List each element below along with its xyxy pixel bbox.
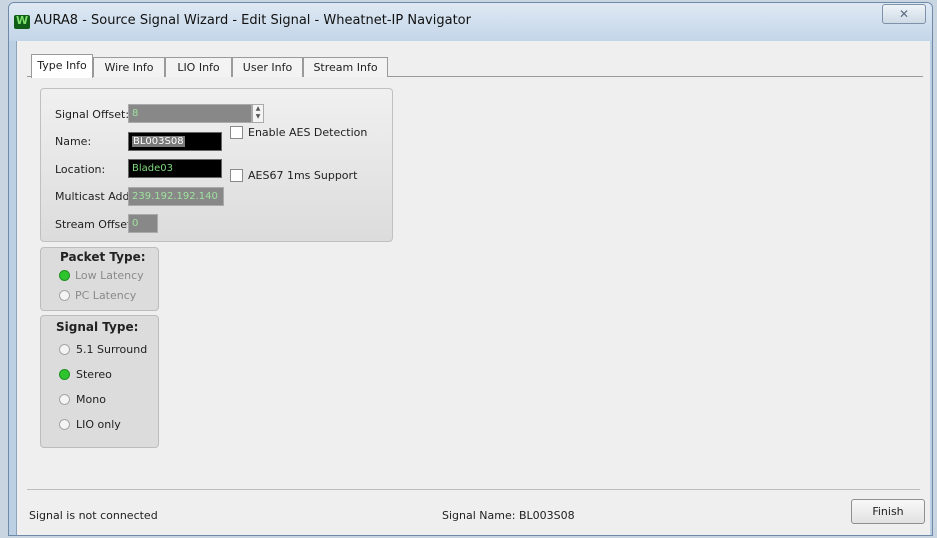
enable-aes-label: Enable AES Detection [248,126,368,139]
wizard-client-area: Type Info Wire Info LIO Info User Info S… [16,41,930,535]
stereo-label: Stereo [76,368,112,381]
window-title: AURA8 - Source Signal Wizard - Edit Sign… [34,13,471,28]
tab-stream-info[interactable]: Stream Info [303,57,388,77]
name-label: Name: [55,135,92,148]
signal-type-title: Signal Type: [56,320,139,334]
pc-latency-label: PC Latency [75,289,137,302]
mono-label: Mono [76,393,106,406]
spin-down-icon: ▼ [255,113,261,120]
packet-type-group: Packet Type: Low Latency PC Latency [40,247,159,311]
multicast-addr-field[interactable]: 239.192.192.140 [128,187,224,206]
stream-offset-field[interactable]: 0 [128,214,158,233]
wizard-window: W AURA8 - Source Signal Wizard - Edit Si… [8,2,933,536]
signal-name-status: Signal Name: BL003S08 [442,509,575,522]
stream-offset-label: Stream Offset: [55,218,136,231]
aes67-checkbox[interactable] [230,169,243,182]
connection-status: Signal is not connected [29,509,158,522]
title-bar: W AURA8 - Source Signal Wizard - Edit Si… [9,3,932,41]
radio-low-latency[interactable] [59,270,70,281]
lio-only-label: LIO only [76,418,121,431]
signal-offset-label: Signal Offset: [55,108,130,121]
tab-lio-info[interactable]: LIO Info [165,57,232,77]
low-latency-label: Low Latency [75,269,144,282]
surround-label: 5.1 Surround [76,343,148,356]
signal-type-group: Signal Type: 5.1 Surround Stereo Mono LI… [40,315,159,448]
radio-5-1-surround[interactable] [59,344,70,355]
signal-offset-field[interactable]: 8 [128,104,252,123]
enable-aes-checkbox[interactable] [230,126,243,139]
aes67-label: AES67 1ms Support [248,169,358,182]
radio-mono[interactable] [59,394,70,405]
name-field[interactable]: BL003S08 [128,132,222,151]
tab-user-info[interactable]: User Info [232,57,303,77]
type-info-panel: Signal Offset: 8 ▲ ▼ Name: BL003S08 Locat… [40,88,393,242]
location-field[interactable]: Blade03 [128,159,222,178]
finish-button[interactable]: Finish [851,499,925,524]
tab-type-info[interactable]: Type Info [31,54,93,78]
wheatnet-logo-icon: W [14,14,30,29]
location-label: Location: [55,163,106,176]
name-field-value: BL003S08 [132,136,185,147]
signal-offset-spinner[interactable]: ▲ ▼ [252,104,264,123]
radio-lio-only[interactable] [59,419,70,430]
status-separator [27,489,920,490]
close-icon: ✕ [898,7,910,21]
close-button[interactable]: ✕ [882,4,926,24]
tab-wire-info[interactable]: Wire Info [93,57,165,77]
radio-stereo[interactable] [59,369,70,380]
radio-pc-latency[interactable] [59,290,70,301]
multicast-addr-label: Multicast Addr: [55,190,138,203]
spin-up-icon: ▲ [255,105,261,112]
packet-type-title: Packet Type: [60,250,146,264]
